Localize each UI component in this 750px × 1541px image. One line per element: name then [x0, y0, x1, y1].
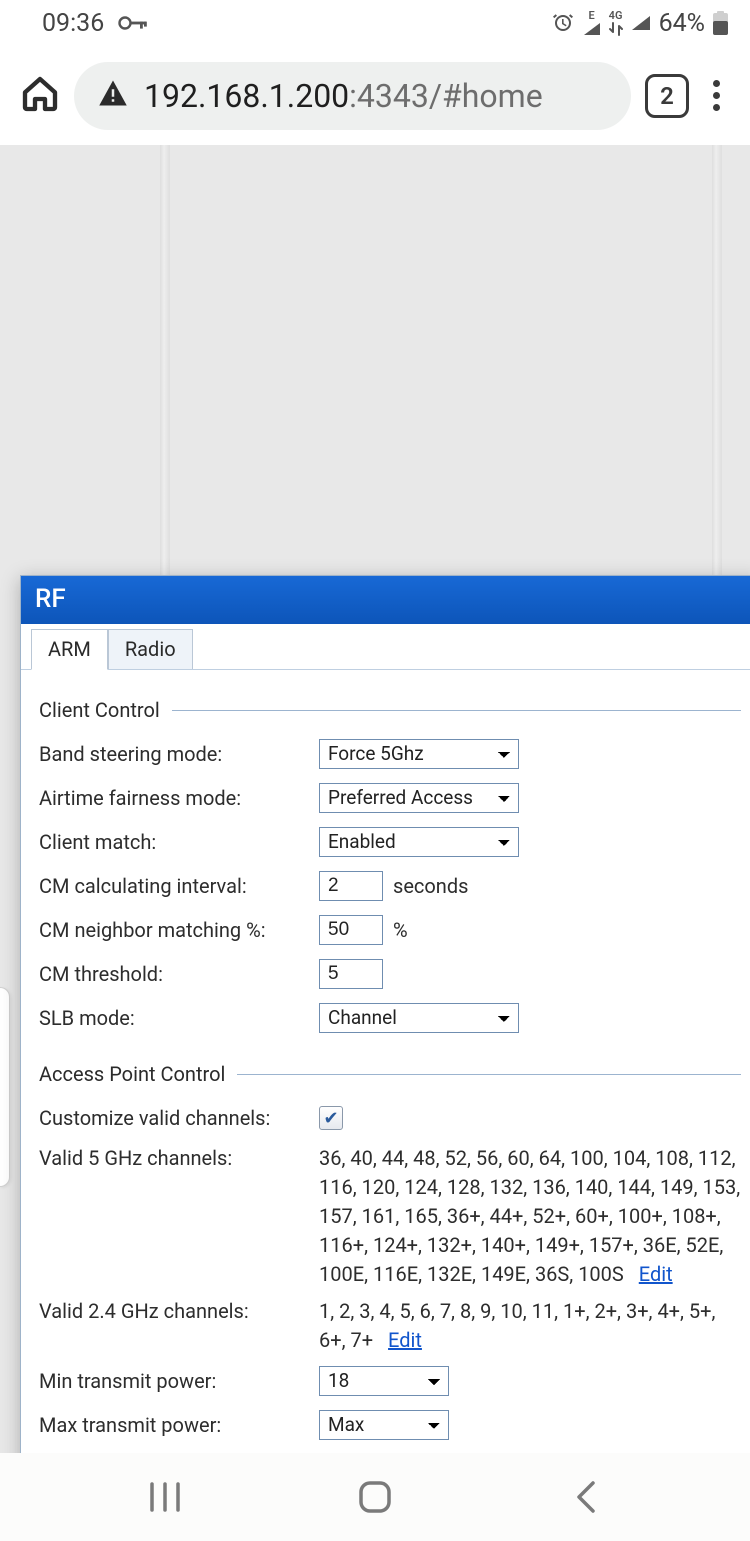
nav-recents-icon[interactable]: [130, 1472, 200, 1522]
min-tx-power-label: Min transmit power:: [39, 1369, 319, 1393]
tab-switcher-count: 2: [660, 82, 674, 110]
slb-mode-select[interactable]: Channel: [319, 1003, 519, 1033]
valid-24ghz-edit-link[interactable]: Edit: [388, 1328, 422, 1352]
client-match-select[interactable]: Enabled: [319, 827, 519, 857]
tab-arm[interactable]: ARM: [31, 629, 108, 670]
scroll-hint-tab[interactable]: [0, 987, 10, 1187]
airtime-fairness-select[interactable]: Preferred Access: [319, 783, 519, 813]
cm-threshold-label: CM threshold:: [39, 962, 319, 986]
cm-interval-input[interactable]: [319, 871, 383, 901]
overflow-menu-icon[interactable]: [703, 74, 730, 117]
browser-toolbar: 192.168.1.200:4343/#home 2: [0, 46, 750, 145]
page-viewport: RF ARMRadio Client Control Band steering…: [0, 145, 750, 1453]
home-icon[interactable]: [20, 74, 60, 118]
battery-icon: [713, 11, 728, 35]
tab-switcher[interactable]: 2: [645, 74, 689, 118]
android-nav-bar: [0, 1453, 750, 1541]
ap-control-legend-text: Access Point Control: [39, 1062, 225, 1086]
ap-control-legend: Access Point Control: [39, 1062, 741, 1086]
android-status-bar: 09:36 E 4G 64%: [0, 0, 750, 46]
min-tx-power-select[interactable]: 18: [319, 1366, 449, 1396]
not-secure-icon: [98, 77, 128, 115]
battery-percent: 64%: [659, 9, 705, 38]
rf-dialog: RF ARMRadio Client Control Band steering…: [20, 575, 750, 1453]
arm-panel: Client Control Band steering mode: Force…: [21, 670, 750, 1453]
network-4g-indicator: 4G: [609, 10, 623, 36]
cm-threshold-input[interactable]: [319, 959, 383, 989]
band-steering-label: Band steering mode:: [39, 742, 319, 766]
valid-24ghz-value: 1, 2, 3, 4, 5, 6, 7, 8, 9, 10, 11, 1+, 2…: [319, 1299, 715, 1352]
valid-5ghz-edit-link[interactable]: Edit: [639, 1262, 673, 1286]
cm-neighbor-input[interactable]: [319, 915, 383, 945]
cm-interval-unit: seconds: [393, 874, 468, 898]
url-host: 192.168.1.200: [144, 77, 349, 115]
cm-interval-label: CM calculating interval:: [39, 874, 319, 898]
tab-radio[interactable]: Radio: [108, 629, 193, 669]
vpn-key-icon: [118, 15, 148, 31]
client-control-legend: Client Control: [39, 698, 741, 722]
customize-channels-label: Customize valid channels:: [39, 1106, 319, 1130]
airtime-fairness-label: Airtime fairness mode:: [39, 786, 319, 810]
nav-home-icon[interactable]: [340, 1472, 410, 1522]
status-time: 09:36: [42, 9, 104, 38]
alarm-icon: [551, 11, 575, 35]
dialog-title: RF: [21, 576, 750, 624]
customize-channels-checkbox[interactable]: ✔: [319, 1106, 343, 1130]
max-tx-power-label: Max transmit power:: [39, 1413, 319, 1437]
cm-neighbor-label: CM neighbor matching %:: [39, 918, 319, 942]
nav-back-icon[interactable]: [550, 1472, 620, 1522]
client-control-legend-text: Client Control: [39, 698, 160, 722]
max-tx-power-select[interactable]: Max: [319, 1410, 449, 1440]
client-match-label: Client match:: [39, 830, 319, 854]
network-e-indicator: E: [583, 10, 601, 36]
valid-5ghz-label: Valid 5 GHz channels:: [39, 1144, 319, 1170]
signal-icon: [631, 15, 651, 31]
band-steering-select[interactable]: Force 5Ghz: [319, 739, 519, 769]
tab-strip: ARMRadio: [21, 628, 750, 670]
url-rest: :4343/#home: [349, 77, 543, 115]
url-bar[interactable]: 192.168.1.200:4343/#home: [74, 62, 631, 130]
cm-neighbor-unit: %: [393, 918, 408, 942]
valid-24ghz-label: Valid 2.4 GHz channels:: [39, 1297, 319, 1323]
slb-mode-label: SLB mode:: [39, 1006, 319, 1030]
valid-5ghz-value: 36, 40, 44, 48, 52, 56, 60, 64, 100, 104…: [319, 1146, 740, 1286]
